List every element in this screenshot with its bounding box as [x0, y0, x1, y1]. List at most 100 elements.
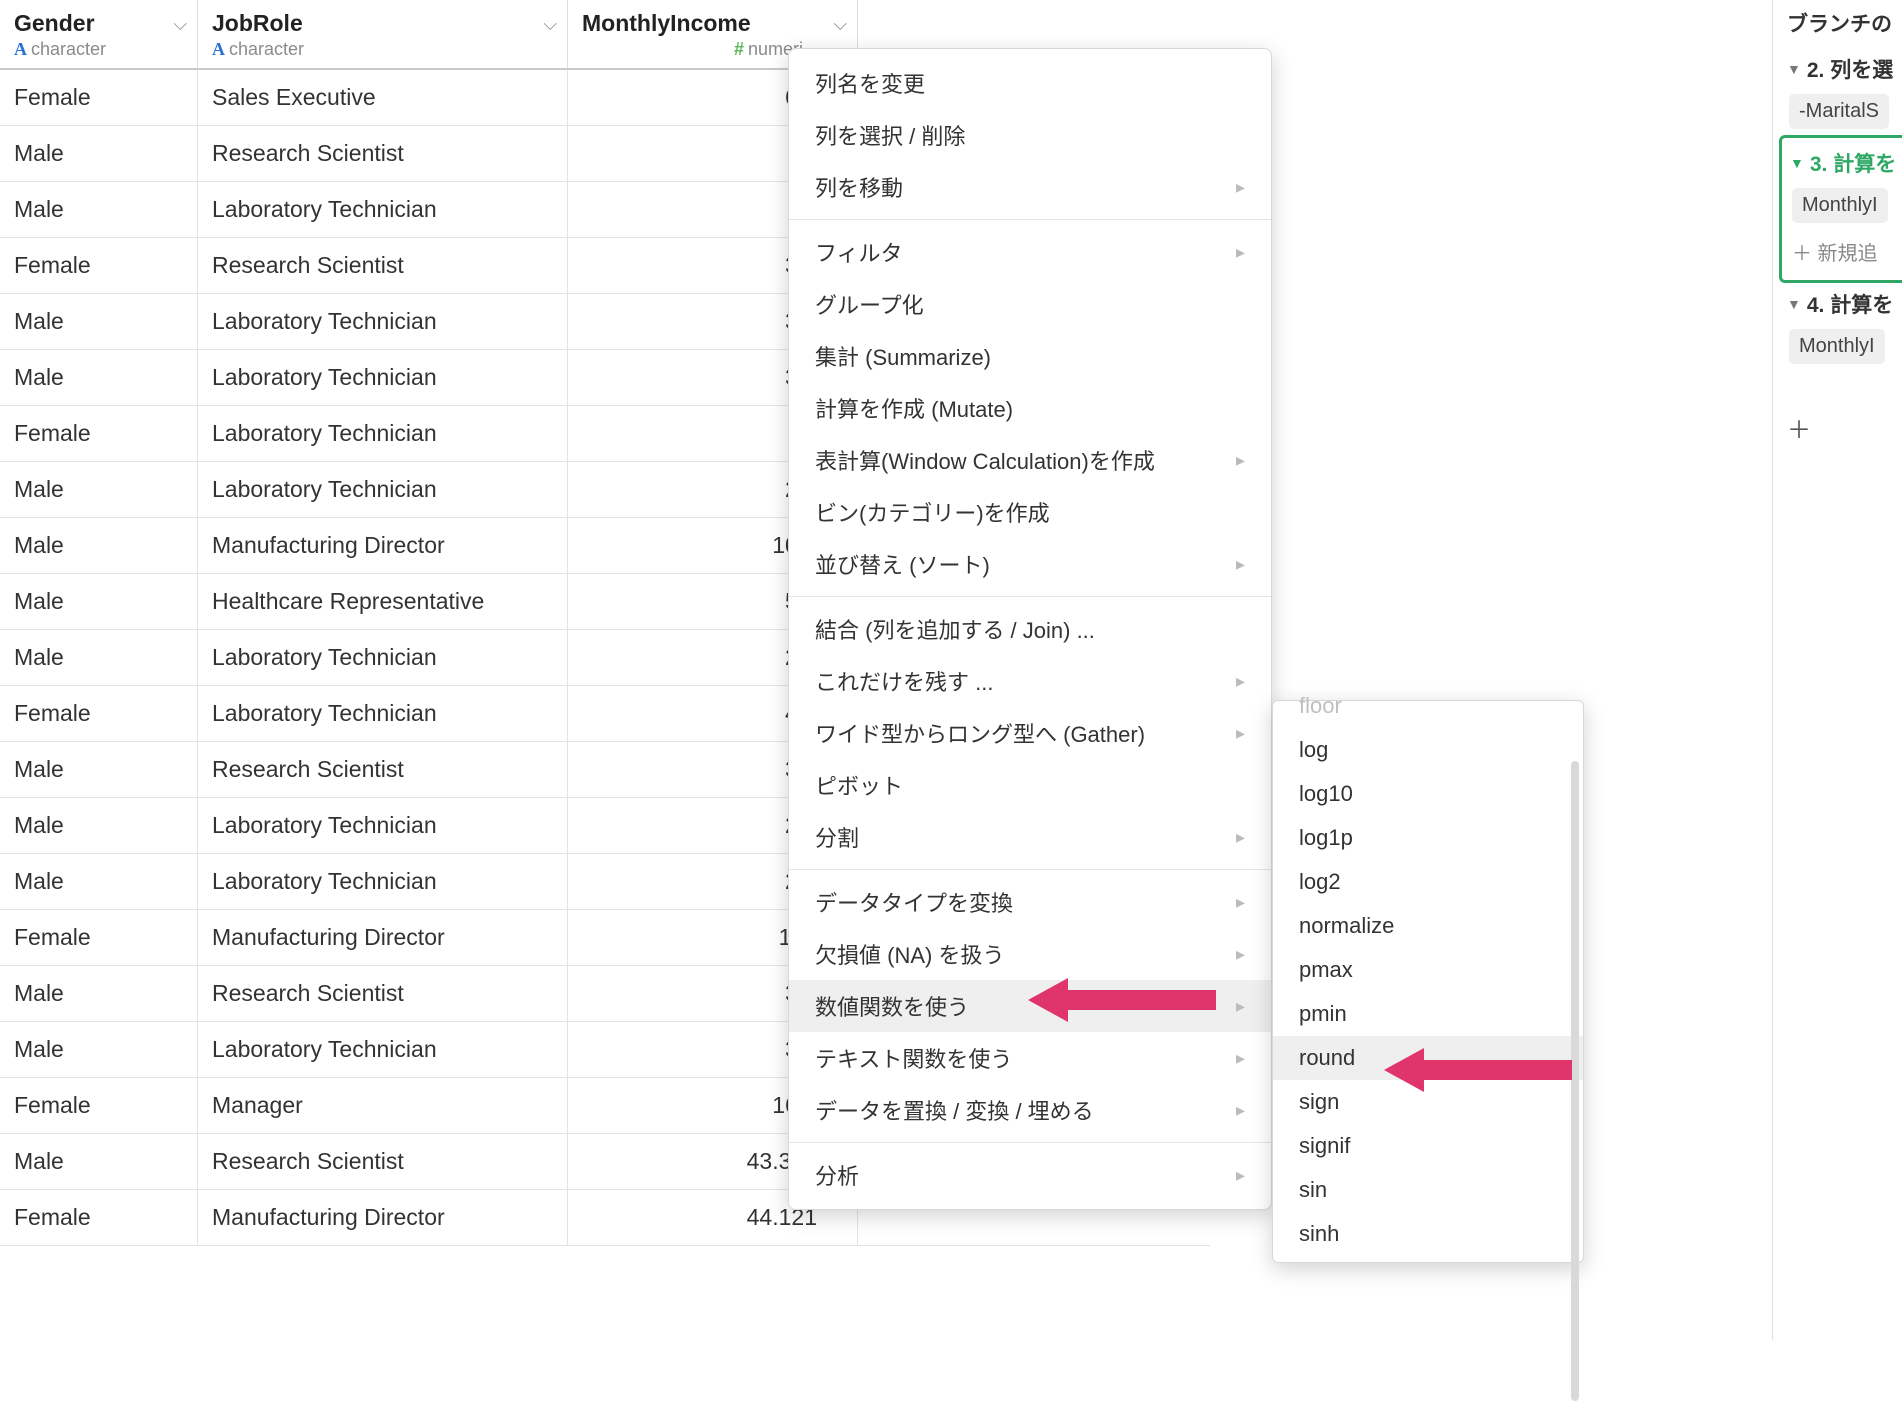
cell-jobrole: Laboratory Technician: [198, 182, 568, 237]
cell-gender: Male: [0, 462, 198, 517]
add-new[interactable]: ＋ 新規追: [1792, 237, 1902, 266]
menu-item[interactable]: データタイプを変換 ▸: [789, 876, 1271, 928]
menu-item[interactable]: 列を移動 ▸: [789, 161, 1271, 213]
menu-separator: [789, 219, 1271, 220]
menu-separator: [789, 1142, 1271, 1143]
cell-gender: Male: [0, 294, 198, 349]
menu-item[interactable]: フィルタ▸: [789, 226, 1271, 278]
cell-gender: Male: [0, 350, 198, 405]
cell-gender: Male: [0, 966, 198, 1021]
column-type: A character: [212, 39, 553, 60]
menu-item[interactable]: 列名を変更: [789, 57, 1271, 109]
chevron-right-icon: ▸: [1236, 996, 1245, 1017]
cell-gender: Male: [0, 126, 198, 181]
branch-title: ブランチの: [1773, 2, 1902, 48]
submenu-item[interactable]: log1p: [1273, 816, 1583, 860]
numeric-functions-submenu: floorloglog10log1plog2normalizepmaxpminr…: [1272, 700, 1584, 1263]
menu-item[interactable]: ビン(カテゴリー)を作成: [789, 486, 1271, 538]
cell-jobrole: Laboratory Technician: [198, 798, 568, 853]
chevron-right-icon: ▸: [1236, 1100, 1245, 1121]
menu-item-label: データタイプを変換: [815, 886, 1013, 918]
submenu-item[interactable]: sinh: [1273, 1212, 1583, 1256]
cell-jobrole: Manufacturing Director: [198, 1190, 568, 1245]
cell-gender: Female: [0, 686, 198, 741]
chevron-down-icon[interactable]: ⌵: [833, 14, 847, 35]
submenu-item[interactable]: floor: [1273, 693, 1583, 728]
chevron-right-icon: ▸: [1236, 554, 1245, 575]
menu-item-label: テキスト関数を使う: [815, 1042, 1012, 1074]
chevron-right-icon: ▸: [1236, 827, 1245, 848]
submenu-item[interactable]: log: [1273, 728, 1583, 772]
submenu-item[interactable]: log10: [1273, 772, 1583, 816]
menu-item[interactable]: ピボット: [789, 759, 1271, 811]
column-name: MonthlyIncome: [582, 10, 843, 37]
submenu-item[interactable]: sin: [1273, 1168, 1583, 1212]
cell-jobrole: Manufacturing Director: [198, 910, 568, 965]
menu-item-label: 列名を変更: [815, 67, 925, 99]
menu-item[interactable]: 結合 (列を追加する / Join) ...: [789, 603, 1271, 655]
chevron-down-icon[interactable]: ⌵: [543, 14, 557, 35]
menu-item[interactable]: 並び替え (ソート)▸: [789, 538, 1271, 590]
menu-separator: [789, 869, 1271, 870]
chevron-right-icon: ▸: [1236, 671, 1245, 692]
column-header-jobrole[interactable]: JobRole A character ⌵: [198, 0, 568, 68]
step-head: ▼ 4. 計算を: [1787, 289, 1902, 319]
column-name: Gender: [14, 10, 183, 37]
chevron-right-icon: ▸: [1236, 944, 1245, 965]
cell-gender: Female: [0, 406, 198, 461]
column-type-label: character: [229, 39, 304, 60]
menu-item[interactable]: これだけを残す ... ▸: [789, 655, 1271, 707]
submenu-item[interactable]: pmax: [1273, 948, 1583, 992]
chevron-right-icon: ▸: [1236, 892, 1245, 913]
cell-jobrole: Laboratory Technician: [198, 462, 568, 517]
cell-gender: Male: [0, 574, 198, 629]
caret-down-icon: ▼: [1787, 296, 1801, 312]
chevron-down-icon[interactable]: ⌵: [173, 14, 187, 35]
chevron-right-icon: ▸: [1236, 177, 1245, 198]
column-header-gender[interactable]: Gender A character ⌵: [0, 0, 198, 68]
step-4[interactable]: ▼ 4. 計算を MonthlyI: [1773, 283, 1902, 370]
step-2[interactable]: ▼ 2. 列を選 -MaritalS: [1773, 48, 1902, 135]
menu-item[interactable]: 列を選択 / 削除: [789, 109, 1271, 161]
menu-item-label: 列を移動: [815, 171, 903, 203]
menu-item[interactable]: グループ化: [789, 278, 1271, 330]
column-type: A character: [14, 39, 183, 60]
menu-item[interactable]: データを置換 / 変換 / 埋める▸: [789, 1084, 1271, 1136]
menu-item[interactable]: テキスト関数を使う▸: [789, 1032, 1271, 1084]
menu-item-label: これだけを残す ...: [815, 665, 993, 697]
column-type-label: character: [31, 39, 106, 60]
menu-item[interactable]: 計算を作成 (Mutate): [789, 382, 1271, 434]
menu-item-label: 計算を作成 (Mutate): [815, 392, 1013, 424]
cell-gender: Male: [0, 742, 198, 797]
submenu-item[interactable]: normalize: [1273, 904, 1583, 948]
submenu-item[interactable]: log2: [1273, 860, 1583, 904]
column-name: JobRole: [212, 10, 553, 37]
menu-item[interactable]: 表計算(Window Calculation)を作成▸: [789, 434, 1271, 486]
char-type-icon: A: [212, 39, 225, 60]
annotation-arrow-numeric-functions: [1028, 970, 1218, 1030]
caret-down-icon: ▼: [1790, 155, 1804, 171]
step-title: 2. 列を選: [1807, 54, 1893, 84]
menu-item-label: 分析: [815, 1159, 859, 1191]
submenu-item[interactable]: signif: [1273, 1124, 1583, 1168]
step-chip[interactable]: MonthlyI: [1792, 188, 1888, 223]
new-step-button[interactable]: ＋: [1787, 410, 1902, 445]
step-title: 3. 計算を: [1810, 148, 1896, 178]
menu-item[interactable]: ワイド型からロング型へ (Gather)▸: [789, 707, 1271, 759]
menu-item[interactable]: 分割▸: [789, 811, 1271, 863]
menu-item-label: グループ化: [815, 288, 924, 320]
char-type-icon: A: [14, 39, 27, 60]
step-head: ▼ 2. 列を選: [1787, 54, 1902, 84]
cell-gender: Female: [0, 238, 198, 293]
submenu-item[interactable]: pmin: [1273, 992, 1583, 1036]
step-chip[interactable]: MonthlyI: [1789, 329, 1885, 364]
menu-item-label: 数値関数を使う: [815, 990, 969, 1022]
step-chip[interactable]: -MaritalS: [1789, 94, 1889, 129]
menu-item-label: ワイド型からロング型へ (Gather): [815, 717, 1145, 749]
cell-jobrole: Laboratory Technician: [198, 350, 568, 405]
menu-item[interactable]: 分析▸: [789, 1149, 1271, 1201]
numeric-type-icon: #: [734, 39, 744, 60]
menu-item[interactable]: 集計 (Summarize): [789, 330, 1271, 382]
step-3-active[interactable]: ▼ 3. 計算を MonthlyI ＋ 新規追: [1779, 135, 1902, 283]
cell-jobrole: Manager: [198, 1078, 568, 1133]
